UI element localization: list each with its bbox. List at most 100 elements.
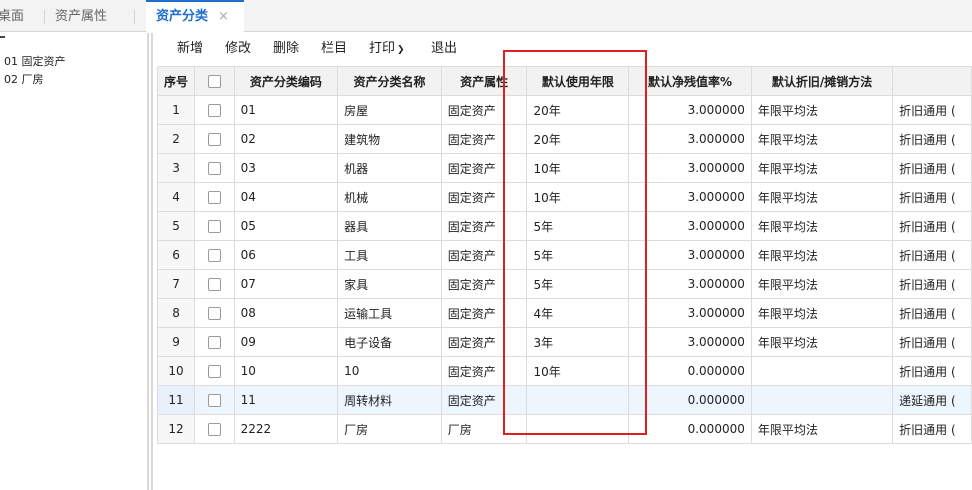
cell-seq: 3	[156, 153, 196, 183]
checkbox[interactable]	[207, 104, 221, 117]
table-row[interactable]: 11 11 周转材料 固定资产 0.000000 递延通用 (	[156, 385, 972, 415]
cell-default-life: 10年	[526, 153, 630, 183]
tab-separator	[134, 10, 135, 24]
header-extra[interactable]	[892, 66, 972, 96]
cell-seq: 4	[156, 182, 196, 212]
table-row[interactable]: 6 06 工具 固定资产 5年 3.000000 年限平均法 折旧通用 (	[156, 240, 972, 270]
cell-select[interactable]	[194, 356, 235, 386]
checkbox[interactable]	[207, 278, 221, 291]
table-row[interactable]: 10 10 10 固定资产 10年 0.000000 折旧通用 (	[156, 356, 972, 386]
cell-default-life: 4年	[526, 298, 630, 328]
cell-select[interactable]	[194, 124, 235, 154]
tab-asset-attributes[interactable]: 资产属性	[55, 0, 107, 32]
checkbox[interactable]	[207, 423, 221, 436]
cell-code: 09	[233, 327, 339, 357]
header-residual-rate[interactable]: 默认净残值率%	[628, 66, 752, 96]
tree-item-fixed-assets[interactable]: 01 固定资产	[4, 53, 66, 69]
checkbox[interactable]	[207, 133, 221, 146]
cell-residual-rate: 3.000000	[628, 269, 752, 299]
cell-attribute: 固定资产	[440, 153, 528, 183]
checkbox[interactable]	[207, 307, 221, 320]
cell-select[interactable]	[194, 211, 235, 241]
cell-depreciation-method: 年限平均法	[750, 327, 894, 357]
checkbox[interactable]	[207, 162, 221, 175]
checkbox[interactable]	[207, 75, 221, 88]
chevron-down-icon: ❯	[397, 45, 405, 55]
cell-default-life: 5年	[526, 240, 630, 270]
checkbox[interactable]	[207, 394, 221, 407]
table-row[interactable]: 7 07 家具 固定资产 5年 3.000000 年限平均法 折旧通用 (	[156, 269, 972, 299]
table-row[interactable]: 9 09 电子设备 固定资产 3年 3.000000 年限平均法 折旧通用 (	[156, 327, 972, 357]
header-attribute[interactable]: 资产属性	[440, 66, 528, 96]
checkbox[interactable]	[207, 365, 221, 378]
category-tree: 01 固定资产 02 厂房	[0, 33, 147, 490]
cell-seq: 7	[156, 269, 196, 299]
columns-button[interactable]: 栏目	[321, 36, 347, 62]
cell-default-life: 3年	[526, 327, 630, 357]
cell-select[interactable]	[194, 414, 235, 444]
cell-code: 02	[233, 124, 339, 154]
print-button[interactable]: 打印 ❯	[369, 36, 405, 62]
cell-seq: 10	[156, 356, 196, 386]
header-depreciation-method[interactable]: 默认折旧/摊销方法	[750, 66, 894, 96]
cell-name: 10	[337, 356, 442, 386]
header-name[interactable]: 资产分类名称	[337, 66, 442, 96]
exit-button[interactable]: 退出	[431, 36, 457, 62]
table-row[interactable]: 4 04 机械 固定资产 10年 3.000000 年限平均法 折旧通用 (	[156, 182, 972, 212]
cell-depreciation-method: 年限平均法	[750, 269, 894, 299]
panel-splitter[interactable]	[147, 33, 149, 490]
edit-button[interactable]: 修改	[225, 36, 251, 62]
cell-residual-rate: 3.000000	[628, 153, 752, 183]
toolbar: 新增 修改 删除 栏目 打印 ❯ 退出	[156, 36, 972, 62]
cell-extra: 折旧通用 (	[892, 95, 972, 125]
close-icon[interactable]: ×	[218, 9, 229, 24]
cell-depreciation-method: 年限平均法	[750, 298, 894, 328]
asset-category-grid: 序号 资产分类编码 资产分类名称 资产属性 默认使用年限 默认净残值率% 默认折…	[156, 66, 972, 444]
header-default-life[interactable]: 默认使用年限	[526, 66, 630, 96]
cell-code: 10	[233, 356, 339, 386]
cell-select[interactable]	[194, 95, 235, 125]
header-code[interactable]: 资产分类编码	[233, 66, 339, 96]
tab-bar: 桌面 资产属性 资产分类 ×	[0, 0, 972, 32]
cell-seq: 9	[156, 327, 196, 357]
cell-default-life: 10年	[526, 356, 630, 386]
checkbox[interactable]	[207, 336, 221, 349]
cell-name: 运输工具	[337, 298, 442, 328]
table-row[interactable]: 1 01 房屋 固定资产 20年 3.000000 年限平均法 折旧通用 (	[156, 95, 972, 125]
cell-extra: 递延通用 (	[892, 385, 972, 415]
header-select-all[interactable]	[194, 66, 235, 96]
cell-residual-rate: 3.000000	[628, 95, 752, 125]
cell-name: 房屋	[337, 95, 442, 125]
tab-desktop[interactable]: 桌面	[0, 0, 24, 32]
table-row[interactable]: 3 03 机器 固定资产 10年 3.000000 年限平均法 折旧通用 (	[156, 153, 972, 183]
cell-select[interactable]	[194, 298, 235, 328]
cell-depreciation-method: 年限平均法	[750, 124, 894, 154]
cell-name: 建筑物	[337, 124, 442, 154]
cell-residual-rate: 3.000000	[628, 240, 752, 270]
checkbox[interactable]	[207, 220, 221, 233]
cell-attribute: 固定资产	[440, 356, 528, 386]
cell-select[interactable]	[194, 182, 235, 212]
cell-name: 电子设备	[337, 327, 442, 357]
cell-code: 07	[233, 269, 339, 299]
checkbox[interactable]	[207, 249, 221, 262]
cell-residual-rate: 0.000000	[628, 414, 752, 444]
cell-select[interactable]	[194, 385, 235, 415]
table-row[interactable]: 12 2222 厂房 厂房 0.000000 年限平均法 折旧通用 (	[156, 414, 972, 444]
tree-item-plant[interactable]: 02 厂房	[4, 71, 44, 87]
delete-button[interactable]: 删除	[273, 36, 299, 62]
table-row[interactable]: 5 05 器具 固定资产 5年 3.000000 年限平均法 折旧通用 (	[156, 211, 972, 241]
cell-depreciation-method: 年限平均法	[750, 414, 894, 444]
cell-select[interactable]	[194, 240, 235, 270]
add-button[interactable]: 新增	[177, 36, 203, 62]
cell-residual-rate: 3.000000	[628, 124, 752, 154]
cell-select[interactable]	[194, 327, 235, 357]
table-row[interactable]: 8 08 运输工具 固定资产 4年 3.000000 年限平均法 折旧通用 (	[156, 298, 972, 328]
cell-select[interactable]	[194, 269, 235, 299]
table-row[interactable]: 2 02 建筑物 固定资产 20年 3.000000 年限平均法 折旧通用 (	[156, 124, 972, 154]
cell-name: 机械	[337, 182, 442, 212]
cell-select[interactable]	[194, 153, 235, 183]
cell-residual-rate: 3.000000	[628, 298, 752, 328]
tab-asset-classification[interactable]: 资产分类 ×	[146, 0, 244, 32]
checkbox[interactable]	[207, 191, 221, 204]
